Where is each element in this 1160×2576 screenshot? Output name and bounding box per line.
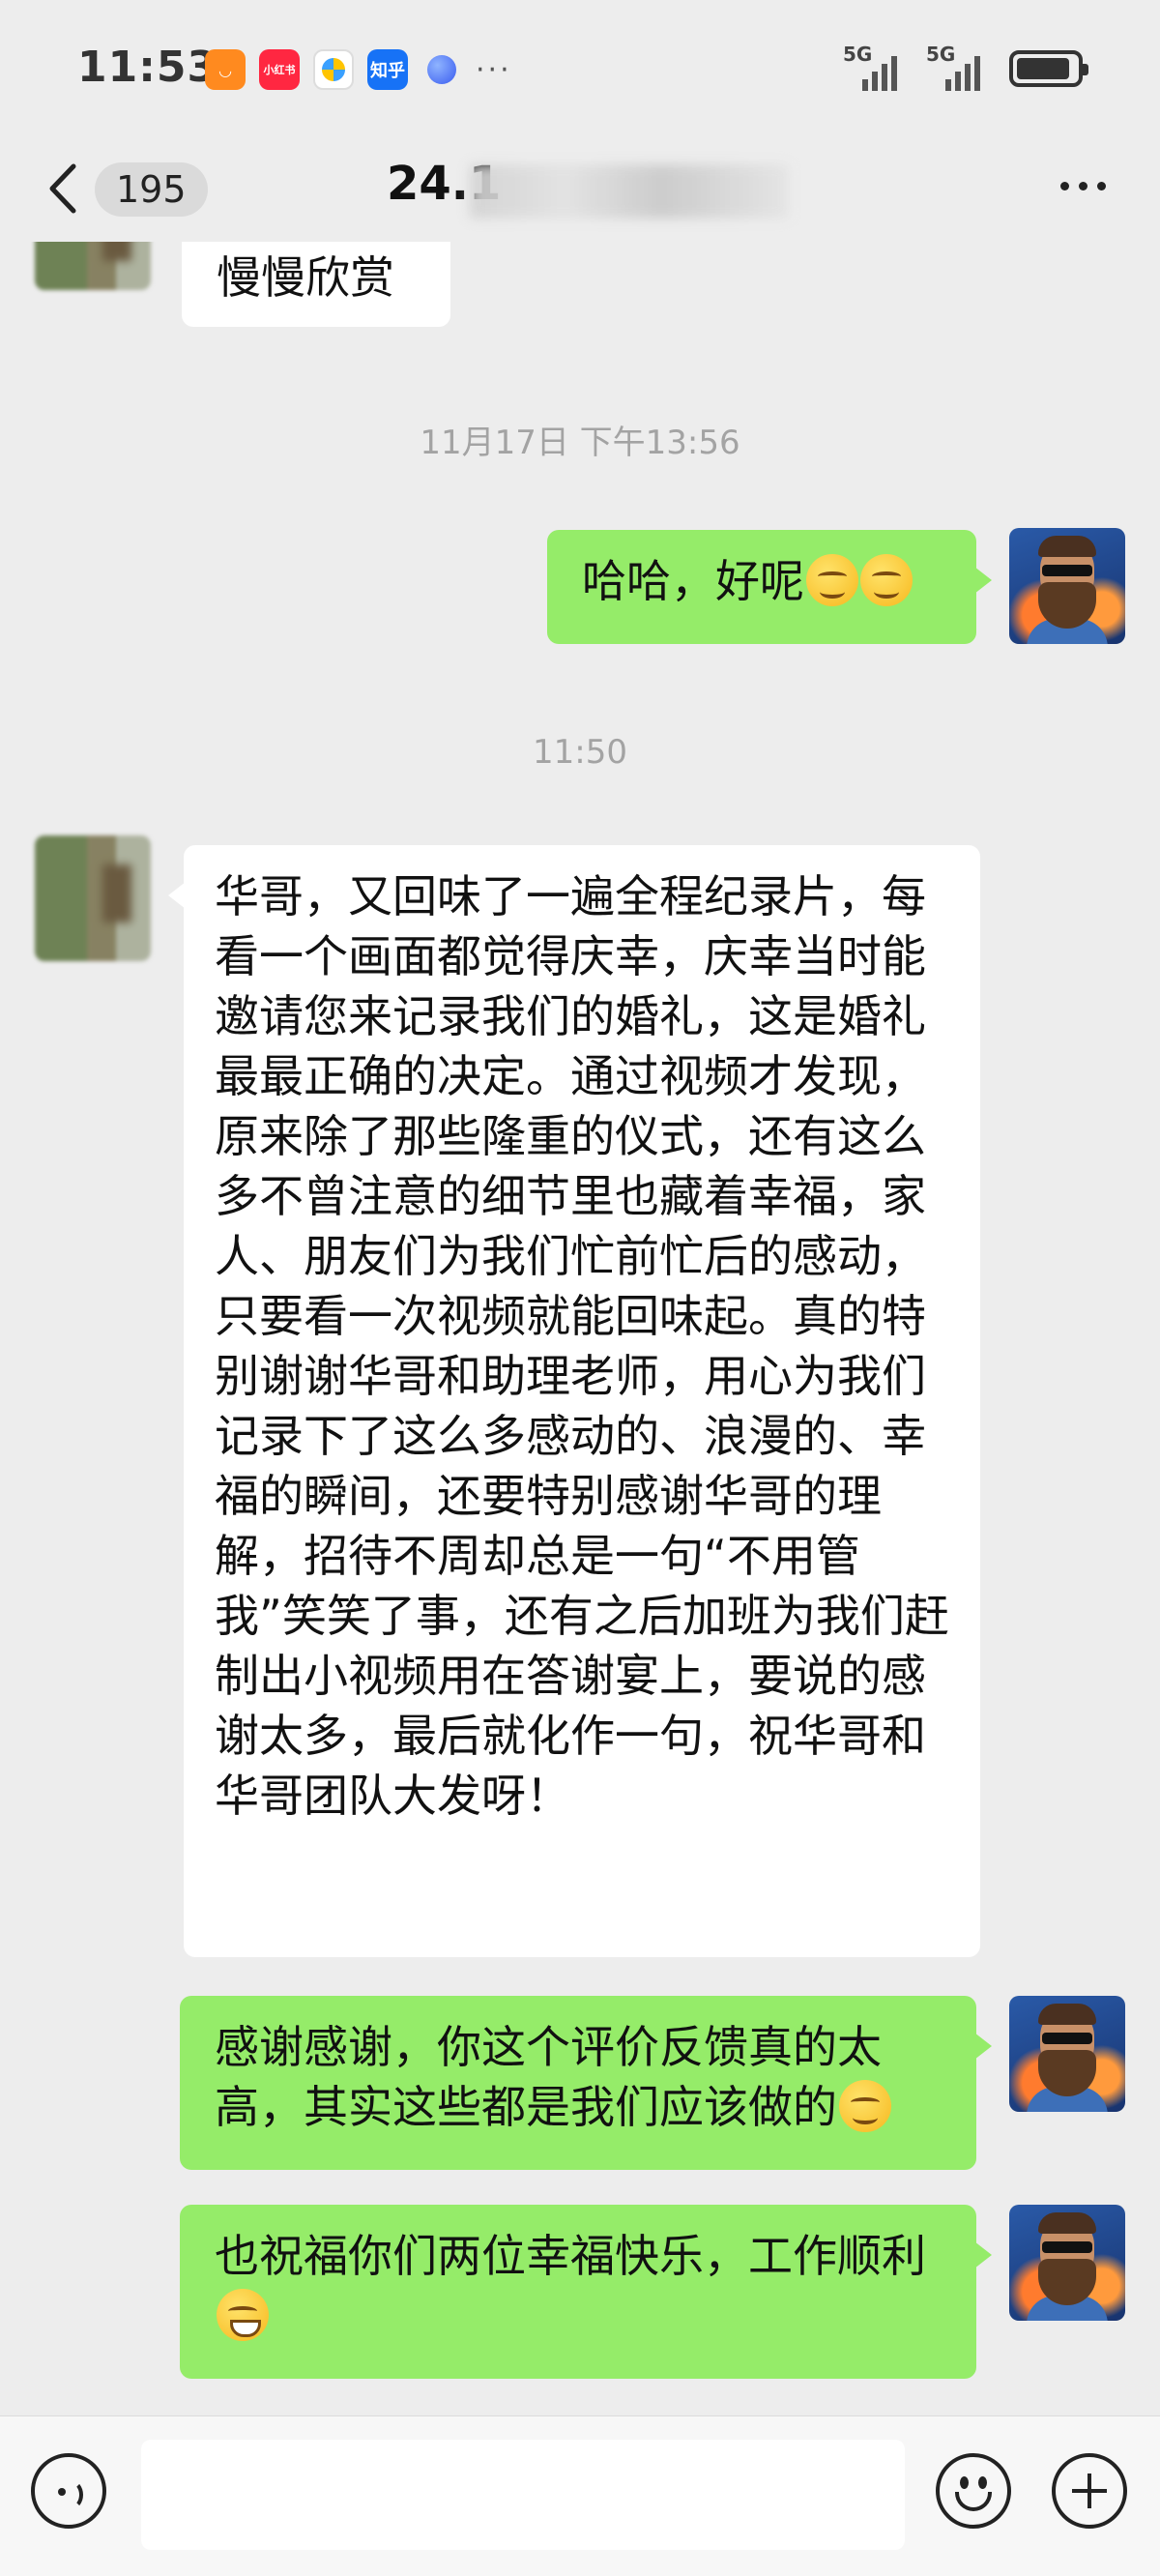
chat-message-list[interactable]: 慢慢欣赏 11月17日 下午13:56 哈哈，好呢 11:50 华哥，又回味了一… — [0, 242, 1160, 2415]
message-timestamp: 11:50 — [533, 733, 627, 772]
contact-avatar[interactable] — [35, 242, 151, 290]
message-text: 感谢感谢，你这个评价反馈真的太高，其实这些都是我们应该做的 — [215, 2021, 882, 2133]
more-notifications-icon: ··· — [476, 52, 512, 87]
taobao-icon: ◡ — [205, 49, 246, 90]
my-avatar[interactable] — [1009, 528, 1125, 644]
pinwheel-icon — [313, 49, 354, 90]
message-text: 慢慢欣赏 — [217, 251, 394, 304]
message-bubble-outgoing[interactable]: 感谢感谢，你这个评价反馈真的太高，其实这些都是我们应该做的 — [180, 1996, 992, 2170]
smile-emoji — [839, 2080, 891, 2132]
more-dots-icon[interactable] — [1060, 182, 1106, 190]
emoji-face-icon[interactable] — [936, 2453, 1011, 2529]
message-text: 华哥，又回味了一遍全程纪录片，每看一个画面都觉得庆幸，庆幸当时能邀请您来记录我们… — [215, 870, 949, 1822]
notification-icons: ◡ 小红书 知乎 ··· — [205, 49, 512, 90]
message-bubble-outgoing[interactable]: 也祝福你们两位幸福快乐，工作顺利 — [180, 2205, 992, 2379]
chevron-left-icon[interactable] — [44, 161, 83, 217]
message-bubble-incoming[interactable]: 慢慢欣赏 — [182, 242, 450, 327]
signal-icon: 5G — [926, 43, 988, 91]
message-bubble-outgoing[interactable]: 哈哈，好呢 — [547, 530, 992, 644]
unread-count-badge[interactable]: 195 — [95, 162, 208, 217]
my-avatar[interactable] — [1009, 2205, 1125, 2321]
drool-face-emoji — [806, 554, 858, 606]
message-input-bar — [0, 2415, 1160, 2576]
voice-icon[interactable] — [31, 2453, 106, 2529]
battery-icon — [1009, 50, 1088, 87]
xiaohongshu-icon: 小红书 — [259, 49, 300, 90]
status-bar: 11:53 ◡ 小红书 知乎 ··· 5G 5G — [0, 0, 1160, 135]
status-time: 11:53 — [77, 43, 218, 92]
browser-icon — [421, 49, 462, 90]
zhihu-icon: 知乎 — [367, 49, 408, 90]
battery-level — [1017, 58, 1069, 79]
signal-icon: 5G — [843, 43, 905, 91]
drool-face-emoji — [860, 554, 913, 606]
message-input[interactable] — [141, 2440, 905, 2550]
grin-emoji — [217, 2289, 269, 2341]
plus-icon[interactable] — [1052, 2453, 1127, 2529]
message-timestamp: 11月17日 下午13:56 — [420, 424, 740, 462]
message-bubble-incoming[interactable]: 华哥，又回味了一遍全程纪录片，每看一个画面都觉得庆幸，庆幸当时能邀请您来记录我们… — [168, 845, 980, 1957]
chat-header: 195 24.1 — [0, 135, 1160, 242]
message-text: 也祝福你们两位幸福快乐，工作顺利 — [215, 2230, 926, 2282]
title-redaction — [470, 164, 789, 219]
contact-avatar[interactable] — [35, 835, 151, 961]
my-avatar[interactable] — [1009, 1996, 1125, 2112]
message-text: 哈哈，好呢 — [582, 555, 804, 607]
signal-group: 5G 5G — [843, 43, 1088, 91]
